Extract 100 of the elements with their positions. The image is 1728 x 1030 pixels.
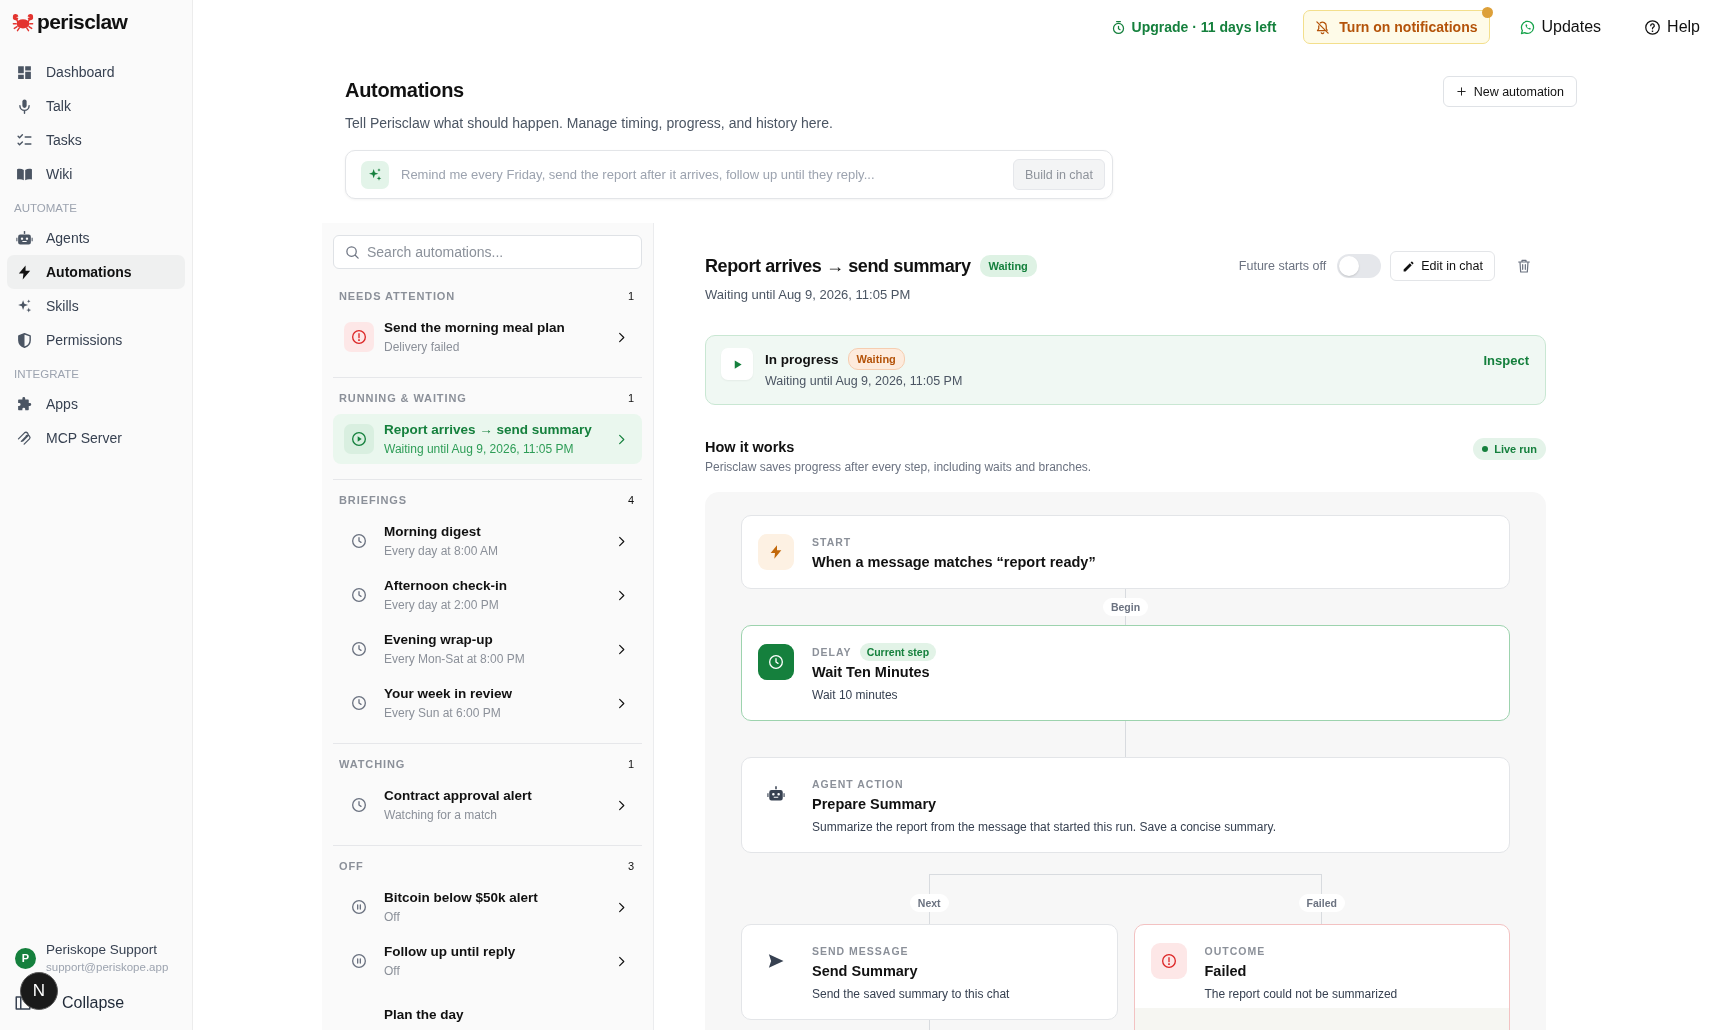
group-count: 1 (627, 290, 634, 302)
sidebar-item[interactable]: Tasks (7, 123, 185, 157)
automation-title: Report arrives → send summary (705, 255, 971, 277)
automation-item[interactable]: Your week in review Every Sun at 6:00 PM (333, 678, 642, 728)
automation-item[interactable]: Afternoon check-in Every day at 2:00 PM (333, 570, 642, 620)
automation-item[interactable]: Contract approval alert Watching for a match (333, 780, 642, 830)
step-description: The report could not be summarized (1204, 986, 1399, 1002)
chat-bubble-icon (1518, 18, 1536, 36)
chevron-right-icon (616, 643, 627, 655)
group-count: 1 (627, 758, 634, 770)
updates-link[interactable]: Updates (1518, 18, 1602, 36)
chevron-right-icon (616, 901, 627, 913)
sidebar-item[interactable]: Apps (7, 387, 185, 421)
clock-icon (351, 587, 367, 603)
automation-item[interactable]: Send the morning meal plan Delivery failed (333, 312, 642, 362)
automation-item[interactable]: Report arrives → send summary Waiting until Aug 9, 2026, 11:05 PM (333, 414, 642, 464)
lightning-icon (16, 263, 33, 281)
group-heading: WATCHING (339, 758, 406, 770)
status-badge: Waiting (979, 255, 1037, 277)
step-type-label: AGENT ACTION (812, 778, 904, 790)
group-heading: BRIEFINGS (339, 494, 407, 506)
sidebar-item[interactable]: Skills (7, 289, 185, 323)
current-step-badge: Current step (859, 643, 937, 661)
shield-icon (16, 331, 33, 349)
chevron-right-icon (616, 433, 627, 445)
step-title: Prepare Summary (812, 795, 938, 813)
group-heading: OFF (339, 860, 364, 872)
dashboard-icon (16, 63, 33, 81)
sparkles-icon (361, 160, 389, 189)
sidebar-item[interactable]: Automations (7, 255, 185, 289)
microphone-icon (16, 97, 33, 115)
bell-off-icon (1315, 19, 1331, 35)
automation-item[interactable]: Bitcoin below $50k alert Off (333, 882, 642, 932)
help-link[interactable]: Help (1644, 18, 1700, 36)
lightning-icon (758, 534, 794, 570)
sidebar-section-heading: AUTOMATE (13, 201, 78, 216)
group-heading: NEEDS ATTENTION (339, 290, 456, 302)
user-avatar: P (15, 947, 36, 969)
automation-item[interactable]: Plan the day (333, 990, 642, 1030)
future-starts-toggle[interactable] (1337, 254, 1382, 278)
sparkles-icon (16, 297, 33, 315)
search-field[interactable]: Search automations... (333, 235, 642, 269)
sidebar-item[interactable]: Wiki (7, 157, 185, 191)
clock-icon (351, 797, 367, 813)
chevron-right-icon (616, 535, 627, 547)
run-title: In progress (765, 351, 839, 367)
step-type-label: SEND MESSAGE (812, 945, 909, 957)
step-type-label: DELAY (812, 646, 852, 658)
crab-logo-icon (12, 11, 34, 33)
group-count: 1 (627, 392, 634, 404)
chevron-right-icon (616, 799, 627, 811)
notifications-button[interactable]: Turn on notifications (1303, 10, 1490, 44)
live-run-badge: Live run (1473, 438, 1546, 460)
trash-icon (1516, 258, 1532, 274)
help-icon (1644, 18, 1662, 36)
sidebar-item[interactable]: Talk (7, 89, 185, 123)
brand-name: perisclaw (37, 10, 128, 34)
robot-icon (767, 785, 785, 803)
chevron-right-icon (616, 331, 627, 343)
prompt-input[interactable]: Remind me every Friday, send the report after it arrives, follow up until they reply... (401, 159, 1001, 190)
puzzle-icon (16, 395, 33, 413)
group-count: 3 (627, 860, 634, 872)
play-icon (721, 348, 753, 380)
automation-item[interactable]: Follow up until reply Off (333, 936, 642, 986)
linked-loops-icon (16, 429, 33, 447)
paper-plane-icon (767, 952, 785, 970)
user-name: Periskope Support (46, 942, 159, 958)
clock-icon (351, 641, 367, 657)
robot-icon (16, 229, 33, 247)
user-email: support@periskope.app (46, 960, 169, 974)
step-type-label: OUTCOME (1204, 945, 1266, 957)
sidebar-item[interactable]: Permissions (7, 323, 185, 357)
step-description: Wait 10 minutes (812, 687, 899, 703)
page-title: Automations (345, 78, 464, 102)
stopwatch-icon (1110, 19, 1126, 35)
sidebar-section-heading: INTEGRATE (13, 367, 80, 382)
section-subtitle: Perisclaw saves progress after every step, including waits and branches. (705, 459, 1092, 475)
clock-icon (351, 695, 367, 711)
upgrade-link[interactable]: Upgrade · 11 days left (1110, 19, 1277, 35)
sidebar-item[interactable]: MCP Server (7, 421, 185, 455)
plus-icon (1455, 86, 1467, 97)
edge-label: Failed (1298, 894, 1345, 912)
page-subtitle: Tell Perisclaw what should happen. Manage timing, progress, and history here. (345, 114, 834, 133)
edit-in-chat-button[interactable]: Edit in chat (1390, 251, 1495, 281)
section-title: How it works (705, 438, 796, 457)
clock-icon (351, 533, 367, 549)
automation-item[interactable]: Evening wrap-up Every Mon-Sat at 8:00 PM (333, 624, 642, 674)
sidebar-item[interactable]: Dashboard (7, 55, 185, 89)
edge-label: Next (909, 894, 949, 912)
chevron-right-icon (616, 955, 627, 967)
step-title: When a message matches “report ready” (812, 553, 1097, 571)
step-title: Send Summary (812, 962, 919, 980)
sidebar-item[interactable]: Agents (7, 221, 185, 255)
clock-icon (758, 644, 794, 680)
inspect-link[interactable]: Inspect (1483, 353, 1529, 368)
dev-tools-badge[interactable]: N (20, 972, 58, 1010)
step-type-label: START (812, 536, 852, 548)
toggle-label: Future starts off (1238, 259, 1327, 273)
new-automation-button[interactable]: New automation (1442, 76, 1577, 107)
automation-item[interactable]: Morning digest Every day at 8:00 AM (333, 516, 642, 566)
